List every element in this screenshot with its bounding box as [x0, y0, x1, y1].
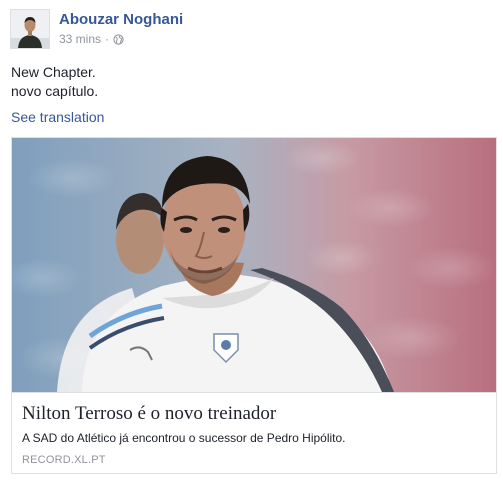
- author-avatar[interactable]: [10, 9, 50, 49]
- see-translation-link[interactable]: See translation: [11, 109, 104, 125]
- author-name[interactable]: Abouzar Noghani: [59, 11, 183, 28]
- link-title[interactable]: Nilton Terroso é o novo treinador: [22, 403, 276, 425]
- post-line: novo capítulo.: [11, 83, 99, 99]
- post-meta: 33 mins ·: [59, 32, 124, 46]
- avatar-image: [11, 10, 49, 48]
- link-domain: RECORD.XL.PT: [22, 454, 106, 466]
- post-timestamp[interactable]: 33 mins: [59, 32, 101, 46]
- link-preview-card[interactable]: Nilton Terroso é o novo treinador A SAD …: [11, 137, 497, 474]
- link-preview-image[interactable]: [12, 138, 496, 392]
- link-description: A SAD do Atlético já encontrou o sucesso…: [22, 431, 346, 445]
- globe-icon[interactable]: [113, 33, 124, 45]
- post-body: New Chapter. novo capítulo.: [11, 63, 98, 101]
- link-preview-text[interactable]: Nilton Terroso é o novo treinador A SAD …: [12, 392, 496, 473]
- post-line: New Chapter.: [11, 64, 96, 80]
- meta-separator: ·: [105, 32, 110, 46]
- facebook-post: Abouzar Noghani 33 mins · New Chapter. n…: [0, 0, 503, 483]
